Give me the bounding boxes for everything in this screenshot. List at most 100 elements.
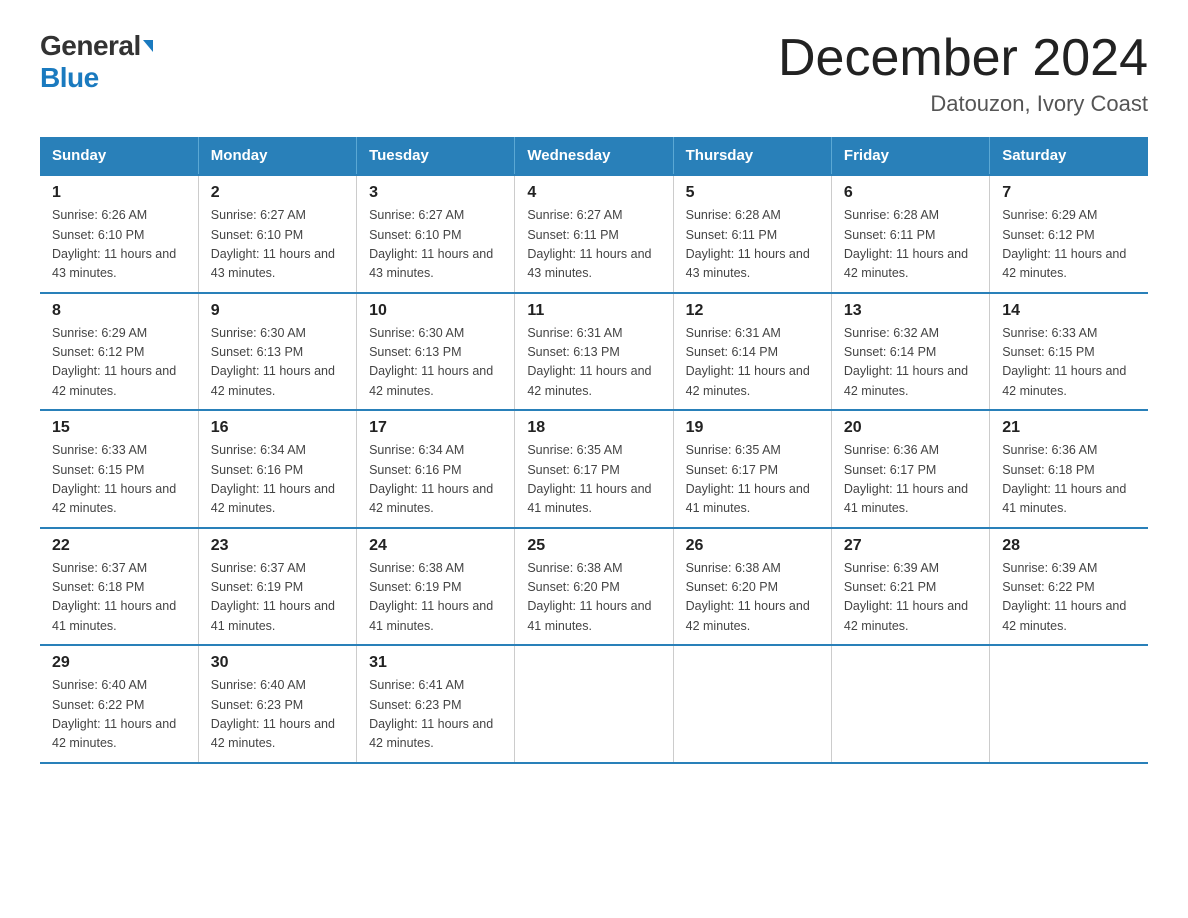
day-number: 23 xyxy=(211,537,344,555)
calendar-row: 22Sunrise: 6:37 AMSunset: 6:18 PMDayligh… xyxy=(40,528,1148,646)
logo: General Blue xyxy=(40,30,153,94)
calendar-cell: 30 Sunrise: 6:40 AMSunset: 6:23 PMDayligh… xyxy=(198,645,356,763)
day-info: Sunrise: 6:40 AMSunset: 6:23 PMDaylight:… xyxy=(211,676,344,754)
calendar-cell: 26 Sunrise: 6:38 AMSunset: 6:20 PMDayligh… xyxy=(673,528,831,646)
day-number: 14 xyxy=(1002,302,1136,320)
day-info: Sunrise: 6:38 AMSunset: 6:20 PMDaylight:… xyxy=(686,559,819,637)
calendar-cell: 1Sunrise: 6:26 AMSunset: 6:10 PMDaylight… xyxy=(40,175,198,293)
calendar-header: SundayMondayTuesdayWednesdayThursdayFrid… xyxy=(40,137,1148,175)
header-cell-monday: Monday xyxy=(198,137,356,175)
day-info: Sunrise: 6:39 AMSunset: 6:22 PMDaylight:… xyxy=(1002,559,1136,637)
calendar-cell: 20Sunrise: 6:36 AMSunset: 6:17 PMDayligh… xyxy=(831,410,989,528)
calendar-cell: 28Sunrise: 6:39 AMSunset: 6:22 PMDayligh… xyxy=(990,528,1148,646)
logo-blue-text: Blue xyxy=(40,62,99,93)
day-info: Sunrise: 6:29 AMSunset: 6:12 PMDaylight:… xyxy=(52,324,186,402)
day-info: Sunrise: 6:36 AMSunset: 6:17 PMDaylight:… xyxy=(844,441,977,519)
logo-general-text: General xyxy=(40,30,141,62)
day-info: Sunrise: 6:34 AMSunset: 6:16 PMDaylight:… xyxy=(369,441,502,519)
calendar-cell: 12 Sunrise: 6:31 AMSunset: 6:14 PMDayligh… xyxy=(673,293,831,411)
day-info: Sunrise: 6:38 AMSunset: 6:19 PMDaylight:… xyxy=(369,559,502,637)
day-info: Sunrise: 6:30 AMSunset: 6:13 PMDaylight:… xyxy=(211,324,344,402)
day-number: 21 xyxy=(1002,419,1136,437)
calendar-cell: 17 Sunrise: 6:34 AMSunset: 6:16 PMDayligh… xyxy=(357,410,515,528)
header-cell-friday: Friday xyxy=(831,137,989,175)
day-info: Sunrise: 6:28 AMSunset: 6:11 PMDaylight:… xyxy=(844,206,977,284)
day-info: Sunrise: 6:33 AMSunset: 6:15 PMDaylight:… xyxy=(52,441,186,519)
calendar-cell: 11 Sunrise: 6:31 AMSunset: 6:13 PMDayligh… xyxy=(515,293,673,411)
title-section: December 2024 Datouzon, Ivory Coast xyxy=(778,30,1148,117)
calendar-cell: 5 Sunrise: 6:28 AMSunset: 6:11 PMDaylight… xyxy=(673,175,831,293)
day-info: Sunrise: 6:27 AMSunset: 6:10 PMDaylight:… xyxy=(369,206,502,284)
day-number: 16 xyxy=(211,419,344,437)
day-number: 6 xyxy=(844,184,977,202)
day-info: Sunrise: 6:35 AMSunset: 6:17 PMDaylight:… xyxy=(686,441,819,519)
location-text: Datouzon, Ivory Coast xyxy=(778,91,1148,117)
day-info: Sunrise: 6:27 AMSunset: 6:10 PMDaylight:… xyxy=(211,206,344,284)
day-info: Sunrise: 6:31 AMSunset: 6:14 PMDaylight:… xyxy=(686,324,819,402)
day-number: 25 xyxy=(527,537,660,555)
header-cell-sunday: Sunday xyxy=(40,137,198,175)
day-number: 15 xyxy=(52,419,186,437)
day-number: 11 xyxy=(527,302,660,320)
calendar-row: 8 Sunrise: 6:29 AMSunset: 6:12 PMDaylight… xyxy=(40,293,1148,411)
page-header: General Blue December 2024 Datouzon, Ivo… xyxy=(40,30,1148,117)
day-number: 3 xyxy=(369,184,502,202)
header-row: SundayMondayTuesdayWednesdayThursdayFrid… xyxy=(40,137,1148,175)
day-info: Sunrise: 6:40 AMSunset: 6:22 PMDaylight:… xyxy=(52,676,186,754)
calendar-cell: 8 Sunrise: 6:29 AMSunset: 6:12 PMDaylight… xyxy=(40,293,198,411)
calendar-cell: 23 Sunrise: 6:37 AMSunset: 6:19 PMDayligh… xyxy=(198,528,356,646)
day-number: 22 xyxy=(52,537,186,555)
day-number: 29 xyxy=(52,654,186,672)
calendar-cell xyxy=(990,645,1148,763)
day-number: 1 xyxy=(52,184,186,202)
day-info: Sunrise: 6:37 AMSunset: 6:19 PMDaylight:… xyxy=(211,559,344,637)
calendar-cell xyxy=(673,645,831,763)
calendar-row: 15 Sunrise: 6:33 AMSunset: 6:15 PMDayligh… xyxy=(40,410,1148,528)
day-info: Sunrise: 6:36 AMSunset: 6:18 PMDaylight:… xyxy=(1002,441,1136,519)
day-number: 26 xyxy=(686,537,819,555)
day-number: 19 xyxy=(686,419,819,437)
day-info: Sunrise: 6:33 AMSunset: 6:15 PMDaylight:… xyxy=(1002,324,1136,402)
day-number: 9 xyxy=(211,302,344,320)
calendar-cell: 24 Sunrise: 6:38 AMSunset: 6:19 PMDayligh… xyxy=(357,528,515,646)
day-number: 4 xyxy=(527,184,660,202)
calendar-cell: 25 Sunrise: 6:38 AMSunset: 6:20 PMDayligh… xyxy=(515,528,673,646)
calendar-row: 29 Sunrise: 6:40 AMSunset: 6:22 PMDayligh… xyxy=(40,645,1148,763)
calendar-cell: 16 Sunrise: 6:34 AMSunset: 6:16 PMDayligh… xyxy=(198,410,356,528)
logo-arrow-icon xyxy=(143,40,153,52)
day-info: Sunrise: 6:32 AMSunset: 6:14 PMDaylight:… xyxy=(844,324,977,402)
calendar-cell: 7 Sunrise: 6:29 AMSunset: 6:12 PMDaylight… xyxy=(990,175,1148,293)
day-number: 27 xyxy=(844,537,977,555)
day-info: Sunrise: 6:41 AMSunset: 6:23 PMDaylight:… xyxy=(369,676,502,754)
day-number: 8 xyxy=(52,302,186,320)
day-info: Sunrise: 6:30 AMSunset: 6:13 PMDaylight:… xyxy=(369,324,502,402)
calendar-cell: 14 Sunrise: 6:33 AMSunset: 6:15 PMDayligh… xyxy=(990,293,1148,411)
day-number: 30 xyxy=(211,654,344,672)
day-info: Sunrise: 6:28 AMSunset: 6:11 PMDaylight:… xyxy=(686,206,819,284)
day-number: 5 xyxy=(686,184,819,202)
calendar-cell: 10 Sunrise: 6:30 AMSunset: 6:13 PMDayligh… xyxy=(357,293,515,411)
day-info: Sunrise: 6:38 AMSunset: 6:20 PMDaylight:… xyxy=(527,559,660,637)
calendar-cell: 27Sunrise: 6:39 AMSunset: 6:21 PMDayligh… xyxy=(831,528,989,646)
day-number: 17 xyxy=(369,419,502,437)
day-number: 10 xyxy=(369,302,502,320)
day-info: Sunrise: 6:29 AMSunset: 6:12 PMDaylight:… xyxy=(1002,206,1136,284)
day-number: 2 xyxy=(211,184,344,202)
calendar-cell: 29 Sunrise: 6:40 AMSunset: 6:22 PMDayligh… xyxy=(40,645,198,763)
calendar-cell: 2 Sunrise: 6:27 AMSunset: 6:10 PMDaylight… xyxy=(198,175,356,293)
calendar-cell: 3 Sunrise: 6:27 AMSunset: 6:10 PMDaylight… xyxy=(357,175,515,293)
calendar-cell: 4Sunrise: 6:27 AMSunset: 6:11 PMDaylight… xyxy=(515,175,673,293)
header-cell-thursday: Thursday xyxy=(673,137,831,175)
calendar-cell: 6 Sunrise: 6:28 AMSunset: 6:11 PMDaylight… xyxy=(831,175,989,293)
calendar-cell xyxy=(515,645,673,763)
calendar-cell: 15 Sunrise: 6:33 AMSunset: 6:15 PMDayligh… xyxy=(40,410,198,528)
day-info: Sunrise: 6:34 AMSunset: 6:16 PMDaylight:… xyxy=(211,441,344,519)
day-number: 7 xyxy=(1002,184,1136,202)
calendar-row: 1Sunrise: 6:26 AMSunset: 6:10 PMDaylight… xyxy=(40,175,1148,293)
calendar-cell: 31Sunrise: 6:41 AMSunset: 6:23 PMDayligh… xyxy=(357,645,515,763)
day-number: 24 xyxy=(369,537,502,555)
day-number: 12 xyxy=(686,302,819,320)
day-info: Sunrise: 6:31 AMSunset: 6:13 PMDaylight:… xyxy=(527,324,660,402)
month-title: December 2024 xyxy=(778,30,1148,87)
day-number: 13 xyxy=(844,302,977,320)
